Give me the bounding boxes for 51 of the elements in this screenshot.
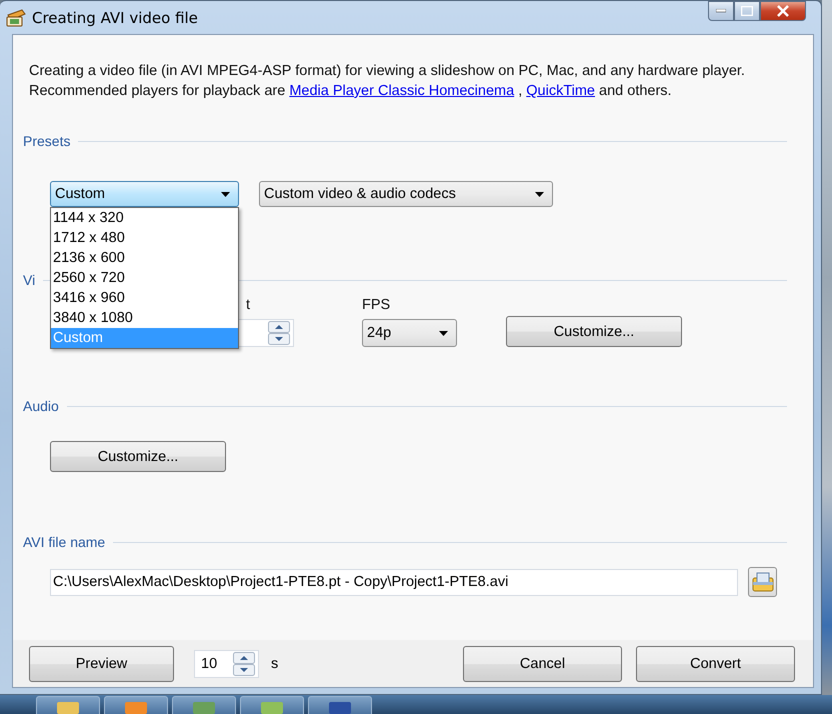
description-text: Creating a video file (in AVI MPEG4-ASP format) for viewing a slideshow on PC, Mac, and any hardware player. Recommended players for playback are Media Player Classic Homecinema , QuickTime and others.: [29, 62, 746, 101]
minimize-button[interactable]: [708, 1, 734, 21]
cancel-button[interactable]: Cancel: [463, 646, 622, 682]
close-button[interactable]: [760, 1, 806, 21]
file-path-field[interactable]: C:\Users\AlexMac\Desktop\Project1-PTE8.pt - Copy\Project1-PTE8.avi: [50, 568, 738, 596]
unit-label: s: [271, 656, 278, 672]
taskbar-app-button[interactable]: [308, 696, 372, 714]
caret-icon: [535, 192, 544, 196]
convert-button[interactable]: Convert: [636, 646, 795, 682]
resolution-option[interactable]: 1144 x 320: [51, 208, 238, 228]
taskbar-app-button[interactable]: [104, 696, 168, 714]
caret-icon: [221, 192, 230, 196]
size-label: t: [246, 297, 250, 313]
minimize-icon: [716, 9, 726, 13]
window-title: Creating AVI video file: [32, 8, 199, 26]
app-icon: [125, 702, 147, 714]
section-heading: Audio: [23, 398, 59, 414]
section-heading: Presets: [23, 133, 70, 149]
spin-buttons-icon[interactable]: [233, 652, 255, 676]
media-player-link[interactable]: Media Player Classic Homecinema: [289, 83, 514, 99]
app-icon: [193, 702, 215, 714]
resolution-option[interactable]: 2560 x 720: [51, 268, 238, 288]
taskbar-app-button[interactable]: [172, 696, 236, 714]
maximize-button[interactable]: [734, 1, 760, 21]
spin-buttons-icon[interactable]: [268, 321, 290, 345]
video-customize-button[interactable]: Customize...: [506, 316, 682, 347]
taskbar-app-button[interactable]: [240, 696, 304, 714]
audio-customize-button[interactable]: Customize...: [50, 441, 226, 472]
resolution-option[interactable]: 2136 x 600: [51, 248, 238, 268]
close-icon: [776, 5, 790, 17]
app-icon: [261, 702, 283, 714]
duration-spin-field[interactable]: 10: [194, 650, 259, 678]
maximize-icon: [741, 6, 753, 16]
app-icon: [57, 702, 79, 714]
section-heading: AVI file name: [23, 534, 106, 550]
section-heading: Vi: [23, 272, 36, 288]
folder-icon: [752, 572, 774, 592]
resolution-option[interactable]: 3840 x 1080: [51, 308, 238, 328]
taskbar-app-button[interactable]: [36, 696, 100, 714]
slideshow-app-icon: [6, 8, 26, 26]
fps-label: FPS: [362, 297, 392, 313]
codecs-dropdown[interactable]: Custom video & audio codecs: [259, 181, 553, 207]
resolution-option[interactable]: 3416 x 960: [51, 288, 238, 308]
quicktime-link[interactable]: QuickTime: [526, 83, 595, 99]
resolution-dropdown[interactable]: Custom: [50, 181, 239, 207]
resolution-option[interactable]: 1712 x 480: [51, 228, 238, 248]
preview-button[interactable]: Preview: [29, 646, 174, 682]
fps-dropdown[interactable]: 24p: [362, 319, 457, 347]
app-icon: [329, 702, 351, 714]
browse-button[interactable]: [748, 567, 777, 597]
caret-icon: [439, 330, 448, 336]
